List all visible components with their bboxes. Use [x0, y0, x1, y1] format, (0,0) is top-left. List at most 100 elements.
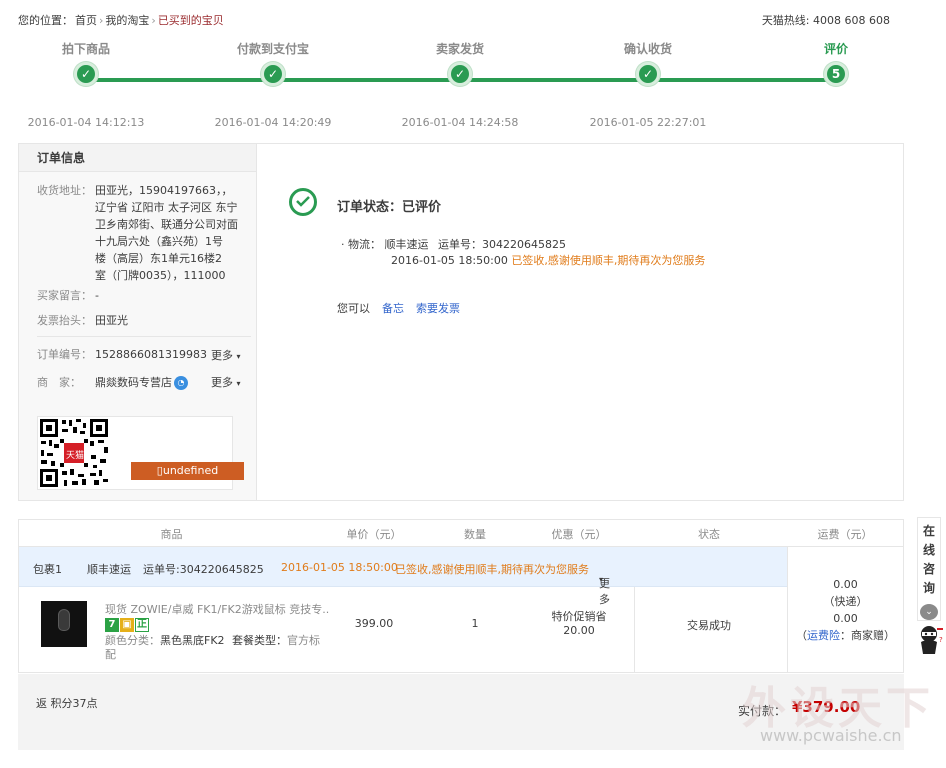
check-icon: ✓ — [261, 62, 285, 86]
order-more-dropdown[interactable]: 更多 ▾ — [211, 347, 241, 363]
step-confirm: 确认收货 ✓ 2016-01-05 22:27:01 — [568, 40, 728, 129]
logistics-time: 2016-01-05 18:50:00 — [391, 254, 508, 267]
step-time: 2016-01-04 14:24:58 — [401, 116, 519, 129]
seller-row: 商 家： 鼎燚数码专营店 ◔ — [37, 374, 207, 391]
table-header: 商品 单价（元） 数量 优惠（元） 状态 运费（元） — [19, 520, 903, 547]
buyer-message-label: 买家留言： — [37, 289, 92, 302]
column-header-shipping: 运费（元） — [817, 528, 873, 541]
address-value: 田亚光，15904197663，， 辽宁省 辽阳市 太子河区 东宁 卫乡南郊街、… — [95, 182, 255, 284]
package-message: 已签收,感谢使用顺丰,期待再次为您服务 — [395, 563, 589, 576]
ninja-mascot-icon[interactable]: ? — [915, 624, 945, 658]
invoice-row: 发票抬头： 田亚光 — [37, 312, 237, 329]
invoice-value: 田亚光 — [95, 314, 128, 327]
check-circle-icon — [289, 188, 317, 216]
address-line: 卫乡南郊街、联通分公司对面 — [95, 218, 238, 231]
order-status-text: 订单状态：已评价 — [337, 200, 442, 215]
svg-text:?: ? — [939, 636, 943, 644]
logistics-info: · 物流： 顺丰速运 运单号：304220645825 2016-01-05 1… — [341, 237, 705, 269]
product-thumbnail[interactable] — [41, 601, 87, 647]
unit-price: 399.00 — [354, 617, 394, 630]
guarantee-icon[interactable]: ▣ — [120, 618, 134, 632]
check-icon: ✓ — [448, 62, 472, 86]
consult-char: 询 — [922, 581, 935, 595]
table-row: 现货 ZOWIE/卓威 FK1/FK2游戏鼠标 竞技专... 7 ▣ 正 颜色分类：… — [19, 587, 903, 673]
product-title-link[interactable]: 现货 ZOWIE/卓威 FK1/FK2游戏鼠标 竞技专... — [105, 601, 330, 617]
breadcrumb: 您的位置： 首页 › 我的淘宝 › 已买到的宝贝 — [18, 12, 226, 28]
step-label: 评价 — [823, 42, 848, 56]
step-place-order: 拍下商品 ✓ 2016-01-04 14:12:13 — [6, 40, 166, 129]
qr-download-button[interactable]: ▯undefined — [131, 462, 244, 480]
color-label: 颜色分类： — [105, 634, 160, 647]
address-line: 十九局六处（鑫兴苑）1号 — [95, 235, 223, 248]
more-label: 更多 — [211, 376, 233, 389]
step-label: 付款到支付宝 — [236, 42, 309, 56]
column-header-price: 单价（元） — [346, 528, 402, 541]
memo-link[interactable]: 备忘 — [382, 302, 404, 315]
shipping-mode: （快递） — [823, 595, 868, 608]
logistics-carrier: 顺丰速运 — [384, 238, 429, 251]
discount-label: 特价促销省 — [551, 610, 607, 623]
order-operations: 您可以 备忘 索要发票 — [337, 300, 460, 316]
order-number-value: 1528866081319983 — [95, 348, 207, 361]
service-badges: 7 ▣ 正 — [105, 616, 150, 632]
chevron-down-icon: ▾ — [236, 352, 241, 361]
shipping-cell: 0.00 （快递） 0.00 （运费险：商家赠） — [787, 547, 903, 673]
more-label: 更多 — [211, 349, 233, 362]
shipping-fee: 0.00 — [833, 578, 858, 591]
package-time: 2016-01-05 18:50:00 — [281, 561, 398, 574]
step-label: 确认收货 — [623, 42, 672, 56]
seller-value[interactable]: 鼎燚数码专营店 ◔ — [95, 374, 188, 391]
logistics-detail: 2016-01-05 18:50:00 已签收,感谢使用顺丰,期待再次为您服务 — [341, 253, 705, 269]
step-ship: 卖家发货 ✓ 2016-01-04 14:24:58 — [380, 40, 540, 129]
order-items-table: 商品 单价（元） 数量 优惠（元） 状态 运费（元） 包裹1 顺丰速运 运单号:… — [18, 519, 904, 673]
package-type-label: 套餐类型： — [232, 634, 288, 647]
discount-value: 20.00 — [563, 624, 595, 637]
step-time: 2016-01-04 14:12:13 — [27, 116, 145, 129]
breadcrumb-home[interactable]: 首页 — [75, 14, 97, 27]
operations-label: 您可以 — [337, 302, 370, 315]
divider — [37, 336, 251, 337]
step-time: 2016-01-05 22:27:01 — [589, 116, 707, 129]
consult-char: 线 — [922, 543, 935, 557]
check-icon: ✓ — [74, 62, 98, 86]
column-header-item: 商品 — [160, 528, 183, 541]
seller-label: 商 家： — [37, 376, 81, 389]
discount-cell: 特价促销省 20.00 — [539, 610, 619, 638]
qr-card: 天猫 ▯undefined — [37, 416, 244, 490]
column-header-discount: 优惠（元） — [551, 528, 607, 541]
consult-char: 在 — [922, 524, 935, 538]
breadcrumb-separator-icon: › — [99, 14, 104, 27]
buyer-message-value: - — [95, 289, 99, 302]
step-pay: 付款到支付宝 ✓ 2016-01-04 14:20:49 — [193, 40, 353, 129]
column-header-qty: 数量 — [464, 528, 486, 541]
package-name: 包裹1 — [33, 563, 62, 576]
genuine-icon[interactable]: 正 — [135, 618, 149, 632]
seven-day-return-icon[interactable]: 7 — [105, 618, 119, 632]
logistics-message: 已签收,感谢使用顺丰,期待再次为您服务 — [511, 254, 706, 267]
step-label: 拍下商品 — [61, 42, 110, 56]
request-invoice-link[interactable]: 索要发票 — [416, 302, 460, 315]
breadcrumb-current: 已买到的宝贝 — [157, 14, 224, 27]
shipping-insurance-link[interactable]: 运费险 — [807, 629, 840, 642]
mouse-icon — [58, 609, 70, 631]
breadcrumb-separator-icon: › — [151, 14, 156, 27]
chevron-down-icon[interactable]: ⌄ — [920, 604, 938, 620]
logistics-line: · 物流： 顺丰速运 运单号：304220645825 — [341, 237, 705, 253]
waybill-number: 304220645825 — [482, 238, 566, 251]
seller-more-dropdown[interactable]: 更多 ▾ — [211, 374, 241, 390]
order-info-title: 订单信息 — [19, 144, 256, 172]
points-reward: 返 积分37点 — [36, 697, 98, 710]
step-time: 2016-01-04 14:20:49 — [214, 116, 332, 129]
wangwang-icon[interactable]: ◔ — [174, 376, 188, 390]
seller-name[interactable]: 鼎燚数码专营店 — [95, 376, 172, 389]
logistics-label: · 物流： — [341, 238, 381, 251]
package-row: 包裹1 顺丰速运 运单号:304220645825 2016-01-05 18:… — [19, 547, 787, 606]
breadcrumb-my-taobao[interactable]: 我的淘宝 — [105, 14, 149, 27]
order-progress: 拍下商品 ✓ 2016-01-04 14:12:13 付款到支付宝 ✓ 2016… — [0, 40, 946, 140]
address-line: 楼（高层）东1单元16楼2 — [95, 252, 222, 265]
package-waybill: 运单号:304220645825 — [143, 563, 264, 576]
check-icon: ✓ — [636, 62, 660, 86]
quantity: 1 — [471, 617, 479, 630]
chevron-down-icon: ▾ — [599, 575, 604, 584]
color-value: 黑色黑底FK2 — [160, 634, 225, 647]
